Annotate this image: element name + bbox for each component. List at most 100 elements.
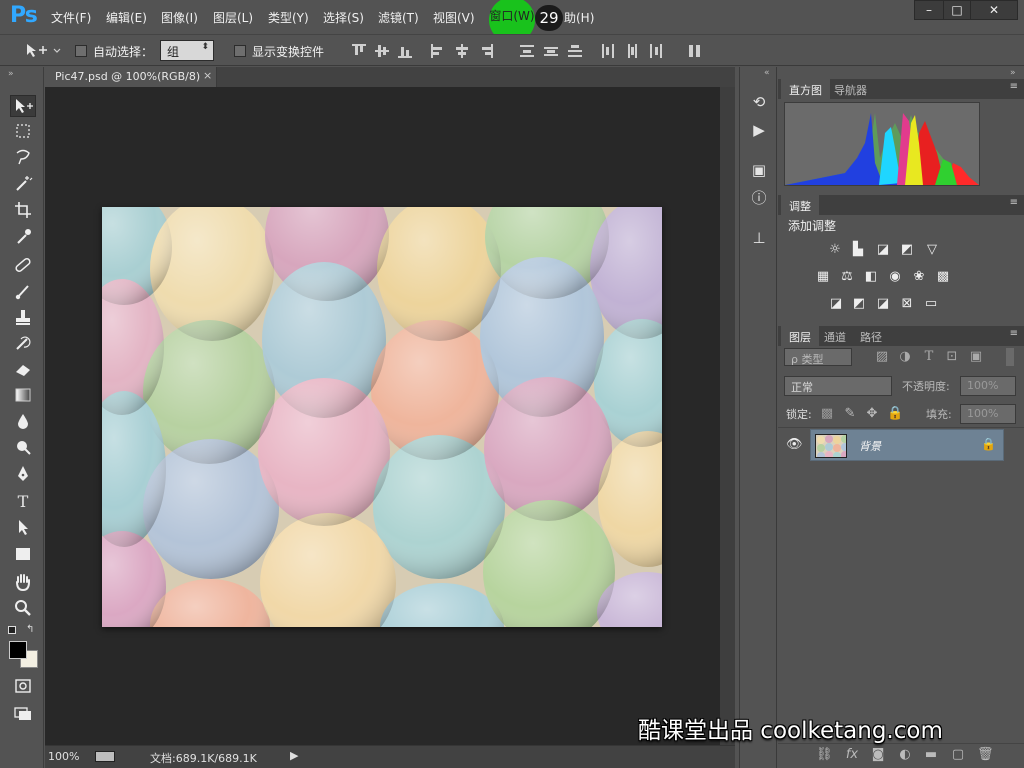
lock-image-icon[interactable]: ✎ <box>842 407 858 421</box>
photo-filter-icon[interactable]: ◉ <box>887 270 903 284</box>
menu-type[interactable]: 类型(Y) <box>268 9 309 26</box>
collapse-icon[interactable]: » <box>8 69 14 79</box>
close-button[interactable]: ✕ <box>970 0 1018 20</box>
new-adjustment-layer-icon[interactable]: ◐ <box>897 748 913 762</box>
eraser-tool-icon[interactable] <box>10 359 36 381</box>
lock-transparent-icon[interactable]: ▩ <box>819 407 835 421</box>
clone-source-panel-icon[interactable]: ⊥ <box>748 227 770 249</box>
align-right-icon[interactable] <box>479 44 493 58</box>
properties-panel-icon[interactable]: ▣ <box>748 159 770 181</box>
menu-select[interactable]: 选择(S) <box>323 9 364 26</box>
auto-align-layers-icon[interactable] <box>688 44 702 58</box>
black-white-icon[interactable]: ◧ <box>863 270 879 284</box>
new-layer-icon[interactable]: ▢ <box>950 748 966 762</box>
history-brush-tool-icon[interactable] <box>10 333 36 355</box>
pen-tool-icon[interactable] <box>10 464 36 486</box>
close-tab-icon[interactable]: × <box>203 69 212 82</box>
foreground-color-swatch[interactable] <box>9 641 27 659</box>
info-panel-icon[interactable]: ⓘ <box>748 187 770 209</box>
gradient-map-icon[interactable]: ▭ <box>923 297 939 311</box>
menu-file[interactable]: 文件(F) <box>51 9 91 26</box>
menu-view[interactable]: 视图(V) <box>433 9 475 26</box>
brush-tool-icon[interactable] <box>10 281 36 303</box>
rectangle-tool-icon[interactable] <box>10 544 36 566</box>
status-icon[interactable] <box>95 751 115 762</box>
brightness-contrast-icon[interactable]: ☼ <box>827 243 843 257</box>
tab-channels[interactable]: 通道 <box>816 326 854 346</box>
status-menu-arrow-icon[interactable]: ▶ <box>290 749 298 762</box>
default-colors-icon[interactable] <box>8 626 16 634</box>
distribute-bottom-icon[interactable] <box>568 44 582 58</box>
maximize-button[interactable]: □ <box>943 0 971 20</box>
posterize-icon[interactable]: ◩ <box>851 297 867 311</box>
new-group-folder-icon[interactable]: ▬ <box>923 748 939 762</box>
layer-filter-kind[interactable]: ρ 类型 <box>784 348 852 366</box>
collapse-panels-icon[interactable]: « <box>764 68 770 78</box>
path-selection-tool-icon[interactable] <box>10 517 36 539</box>
fill-field[interactable]: 100% <box>960 404 1016 424</box>
dodge-tool-icon[interactable] <box>10 437 36 459</box>
add-mask-icon[interactable]: ◙ <box>870 748 886 762</box>
healing-brush-tool-icon[interactable] <box>10 255 36 277</box>
menu-edit[interactable]: 编辑(E) <box>106 9 147 26</box>
curves-icon[interactable]: ◪ <box>875 243 891 257</box>
vibrance-icon[interactable]: ▽ <box>924 243 940 257</box>
move-tool-icon[interactable] <box>10 95 36 117</box>
menu-layer[interactable]: 图层(L) <box>213 9 253 26</box>
menu-image[interactable]: 图像(I) <box>161 9 198 26</box>
clone-stamp-tool-icon[interactable] <box>10 307 36 329</box>
tab-paths[interactable]: 路径 <box>852 326 890 346</box>
lock-all-icon[interactable]: 🔒 <box>887 407 903 421</box>
hand-tool-icon[interactable] <box>10 572 36 594</box>
type-tool-icon[interactable]: T <box>10 491 36 513</box>
blur-tool-icon[interactable] <box>10 411 36 433</box>
history-panel-icon[interactable]: ⟲ <box>748 91 770 113</box>
vertical-scrollbar[interactable] <box>720 87 735 745</box>
actions-panel-icon[interactable]: ▶ <box>748 119 770 141</box>
marquee-tool-icon[interactable] <box>10 121 36 143</box>
distribute-vcenter-icon[interactable] <box>544 44 558 58</box>
filter-adjustment-icon[interactable]: ◑ <box>897 350 913 364</box>
distribute-right-icon[interactable] <box>649 44 663 58</box>
color-lookup-icon[interactable]: ▩ <box>935 270 951 284</box>
lock-position-icon[interactable]: ✥ <box>864 407 880 421</box>
menu-window[interactable]: 窗口(W) <box>489 7 535 24</box>
show-transform-checkbox[interactable] <box>234 45 246 57</box>
panel-menu-icon[interactable]: ≡ <box>1010 197 1018 208</box>
menu-filter[interactable]: 滤镜(T) <box>378 9 419 26</box>
distribute-left-icon[interactable] <box>601 44 615 58</box>
layer-style-fx-icon[interactable]: fx <box>844 748 860 762</box>
tab-histogram[interactable]: 直方图 <box>781 79 830 99</box>
delete-layer-trash-icon[interactable]: 🗑 <box>977 748 994 762</box>
swap-colors-icon[interactable]: ↰ <box>26 624 34 635</box>
opacity-field[interactable]: 100% <box>960 376 1016 396</box>
quick-mask-icon[interactable] <box>10 676 36 698</box>
exposure-icon[interactable]: ◩ <box>899 243 915 257</box>
align-top-icon[interactable] <box>352 44 366 58</box>
visibility-eye-icon[interactable]: 👁 <box>786 437 803 452</box>
document-tab[interactable]: Pic47.psd @ 100%(RGB/8) × <box>45 67 217 87</box>
zoom-level[interactable]: 100% <box>48 750 79 763</box>
zoom-tool-icon[interactable] <box>10 598 36 620</box>
menu-help[interactable]: 助(H) <box>564 9 594 26</box>
distribute-top-icon[interactable] <box>520 44 534 58</box>
blend-mode-dropdown[interactable]: 正常 <box>784 376 892 396</box>
distribute-hcenter-icon[interactable] <box>625 44 639 58</box>
auto-select-checkbox[interactable] <box>75 45 87 57</box>
layer-row-background[interactable]: 背景 🔒 <box>810 429 1004 461</box>
screen-mode-icon[interactable] <box>10 703 36 725</box>
tab-layers[interactable]: 图层 <box>781 326 819 346</box>
levels-icon[interactable]: ▙ <box>850 243 866 257</box>
move-tool-icon[interactable] <box>25 42 61 58</box>
color-balance-icon[interactable]: ⚖ <box>839 270 855 284</box>
align-hcenter-icon[interactable] <box>455 44 469 58</box>
collapse-dock-icon[interactable]: » <box>1010 68 1016 78</box>
filter-shape-icon[interactable]: ⊡ <box>944 350 960 364</box>
threshold-icon[interactable]: ◪ <box>875 297 891 311</box>
invert-icon[interactable]: ◪ <box>828 297 844 311</box>
minimize-button[interactable]: – <box>914 0 944 20</box>
tab-navigator[interactable]: 导航器 <box>826 79 875 99</box>
selective-color-icon[interactable]: ⊠ <box>899 297 915 311</box>
align-left-icon[interactable] <box>431 44 445 58</box>
channel-mixer-icon[interactable]: ❀ <box>911 270 927 284</box>
